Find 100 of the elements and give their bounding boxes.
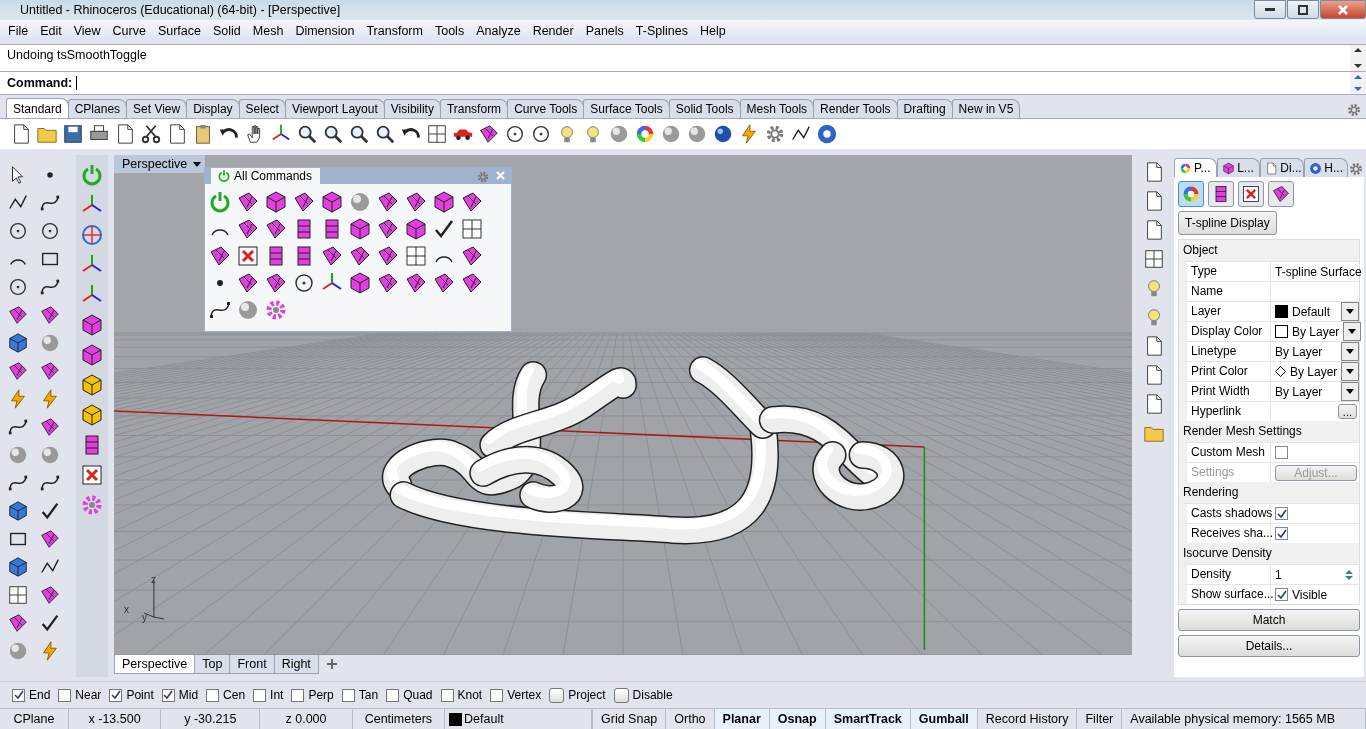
toolbar-tab[interactable]: Visibility	[383, 99, 441, 118]
toolbar-tab[interactable]: Viewport Layout	[284, 99, 385, 118]
panel-button[interactable]: Details...	[1178, 635, 1360, 657]
surface-icon[interactable]	[39, 584, 61, 606]
surface-icon[interactable]	[478, 123, 500, 145]
toolbar-tab[interactable]: CPlanes	[67, 99, 128, 118]
circle-icon[interactable]	[504, 123, 526, 145]
panel-tab[interactable]: Di...	[1260, 158, 1305, 177]
browse-button[interactable]: ...	[1337, 404, 1357, 419]
status-toggle[interactable]: Filter	[1077, 709, 1123, 729]
osnap-checkbox[interactable]: Quad	[386, 688, 433, 702]
status-toggle[interactable]: Planar	[714, 709, 770, 729]
cube-icon[interactable]	[348, 270, 372, 295]
status-toggle[interactable]: Record History	[977, 709, 1078, 729]
viewport-title[interactable]: Perspective	[114, 155, 206, 173]
dropdown-button[interactable]	[1341, 382, 1359, 401]
status-toggle[interactable]: Grid Snap	[593, 709, 667, 729]
menu-item[interactable]: File	[2, 24, 35, 38]
zoom-icon[interactable]	[296, 123, 318, 145]
cube-icon[interactable]	[80, 403, 104, 427]
add-icon[interactable]	[325, 658, 338, 670]
zoom-icon[interactable]	[348, 123, 370, 145]
zoom-icon[interactable]	[374, 123, 396, 145]
tube-icon[interactable]	[1208, 181, 1234, 207]
osnap-checkbox[interactable]: Point	[109, 688, 154, 702]
toolbar-tab[interactable]: New in V5	[951, 99, 1021, 118]
t-spline-display-button[interactable]: T-spline Display	[1178, 211, 1277, 235]
surface-icon[interactable]	[7, 612, 29, 634]
menu-item[interactable]: Curve	[106, 24, 152, 38]
menu-item[interactable]: View	[67, 24, 107, 38]
cube-icon[interactable]	[80, 373, 104, 397]
osnap-checkbox[interactable]: Int	[253, 688, 284, 702]
menu-item[interactable]: Analyze	[470, 24, 527, 38]
sphere-icon[interactable]	[712, 123, 734, 145]
cube-icon[interactable]	[432, 189, 456, 214]
toolbar-tab[interactable]: Standard	[6, 98, 69, 118]
dropdown-button[interactable]	[1343, 322, 1362, 341]
cube-icon[interactable]	[80, 313, 104, 337]
cube-icon[interactable]	[7, 332, 29, 354]
osnap-checkbox[interactable]: Tan	[341, 688, 379, 702]
circle-icon[interactable]	[39, 220, 61, 242]
viewport-tab[interactable]: Perspective	[114, 655, 196, 674]
panel-tab[interactable]: H...	[1304, 158, 1348, 177]
checkbox[interactable]	[1275, 507, 1288, 520]
surface-icon[interactable]	[39, 528, 61, 550]
menu-item[interactable]: Tools	[428, 24, 471, 38]
viewport-tab[interactable]: Top	[194, 655, 231, 674]
toolbar-tab[interactable]: Curve Tools	[507, 99, 585, 118]
menu-item[interactable]: Surface	[151, 24, 207, 38]
osnap-checkbox[interactable]: Mid	[161, 688, 199, 702]
cube-icon[interactable]	[320, 189, 344, 214]
status-toggle[interactable]: Ortho	[666, 709, 715, 729]
checkbox[interactable]	[1275, 588, 1288, 601]
toolbar-tab[interactable]: Display	[186, 99, 240, 118]
gear-icon[interactable]	[1346, 102, 1362, 118]
osnap-checkbox[interactable]: Disable	[613, 687, 673, 703]
surface-icon[interactable]	[39, 416, 61, 438]
cube-icon[interactable]	[80, 343, 104, 367]
dropdown-button[interactable]	[1341, 362, 1360, 381]
gear-icon[interactable]	[1348, 161, 1364, 177]
globe-icon[interactable]	[80, 223, 104, 247]
grid-icon[interactable]	[404, 243, 428, 268]
toolbar-tab[interactable]: Render Tools	[813, 99, 898, 118]
spinner-icon[interactable]	[1343, 567, 1355, 582]
delete-icon[interactable]	[80, 463, 104, 487]
cube-icon[interactable]	[7, 556, 29, 578]
viewport-tab[interactable]: Right	[273, 655, 319, 674]
zoom-icon[interactable]	[322, 123, 344, 145]
menu-item[interactable]: T-Splines	[629, 24, 694, 38]
checkmark-icon[interactable]	[39, 500, 61, 522]
grid-icon[interactable]	[426, 123, 448, 145]
osnap-checkbox[interactable]: Near	[58, 688, 102, 702]
toolbar-tab[interactable]: Solid Tools	[668, 99, 741, 118]
cube-icon[interactable]	[348, 216, 372, 241]
menu-item[interactable]: Mesh	[246, 24, 290, 38]
osnap-checkbox[interactable]: Perp	[291, 688, 334, 702]
power-icon[interactable]	[217, 169, 231, 183]
menu-item[interactable]: Render	[526, 24, 580, 38]
grid-icon[interactable]	[1143, 248, 1165, 270]
color-wheel-icon[interactable]	[1178, 181, 1204, 207]
osnap-checkbox[interactable]: Vertex	[490, 688, 542, 702]
menu-item[interactable]: Transform	[360, 24, 429, 38]
gear-icon[interactable]	[764, 123, 786, 145]
close-button[interactable]	[1320, 0, 1366, 19]
panel-tab[interactable]: All Commands	[211, 168, 321, 184]
checkmark-icon[interactable]	[39, 612, 61, 634]
menu-item[interactable]: Edit	[34, 24, 68, 38]
cube-icon[interactable]	[7, 500, 29, 522]
toolbar-tab[interactable]: Select	[238, 99, 286, 118]
cube-icon[interactable]	[264, 189, 288, 214]
grid-icon[interactable]	[460, 216, 484, 241]
dropdown-button[interactable]	[1341, 342, 1359, 361]
restore-button[interactable]	[1287, 0, 1319, 19]
osnap-checkbox[interactable]: Project	[549, 687, 606, 703]
cube-icon[interactable]	[404, 216, 428, 241]
osnap-checkbox[interactable]: End	[12, 688, 51, 702]
viewport-tab[interactable]: Front	[229, 655, 275, 674]
delete-icon[interactable]	[236, 243, 260, 268]
surface-icon[interactable]	[39, 304, 61, 326]
surface-icon[interactable]	[1268, 181, 1294, 207]
